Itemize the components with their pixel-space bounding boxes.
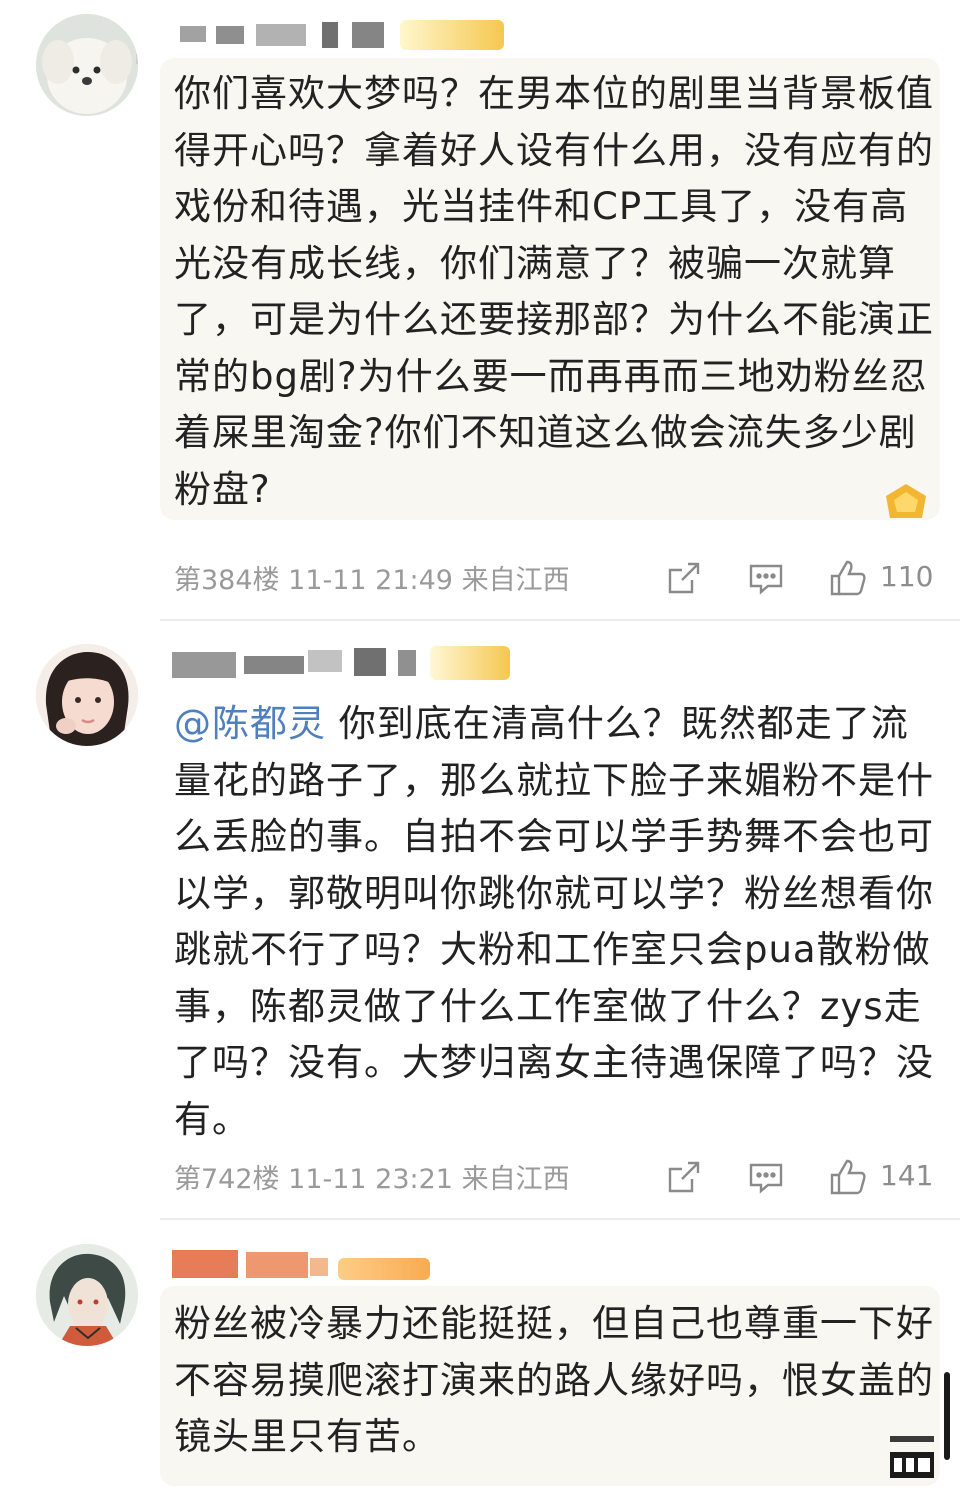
watermark-logo [884,1430,938,1480]
comment-location: 来自江西 [461,1164,570,1195]
share-icon[interactable] [664,1157,704,1197]
comment-text: 你们喜欢大梦吗？在男本位的剧里当背景板值得开心吗？拿着好人设有什么用，没有应有的… [174,72,934,511]
avatar[interactable] [36,644,138,746]
comment-time: 11-11 23:21 [288,1164,453,1195]
comment-icon[interactable] [746,558,786,598]
username-blurred[interactable] [172,1246,572,1280]
like-icon[interactable] [828,558,868,598]
like-count: 141 [880,1159,934,1192]
comment-meta: 第742楼 11-11 23:21 来自江西 [174,1157,570,1196]
comment-time: 11-11 21:49 [288,565,453,596]
comment-text: 粉丝被冷暴力还能挺挺，但自己也尊重一下好不容易摸爬滚打演来的路人缘好吗，恨女盖的… [174,1302,934,1458]
share-icon[interactable] [664,558,704,598]
floor-number: 第384楼 [174,565,280,596]
scrollbar[interactable] [944,1372,950,1460]
like-icon[interactable] [828,1157,868,1197]
floor-number: 第742楼 [174,1164,280,1195]
comment-meta: 第384楼 11-11 21:49 来自江西 [174,558,570,597]
comment-text: @陈都灵 你到底在清高什么？既然都走了流量花的路子了，那么就拉下脸子来媚粉不是什… [174,696,934,1148]
username-blurred[interactable] [172,18,572,52]
comment-location: 来自江西 [461,565,570,596]
comment-icon[interactable] [746,1157,786,1197]
like-count: 110 [880,560,934,593]
avatar[interactable] [36,1244,138,1346]
mention-link[interactable]: @陈都灵 [174,702,326,745]
username-blurred[interactable] [172,646,572,680]
avatar[interactable] [36,14,138,116]
comment-2: @陈都灵 你到底在清高什么？既然都走了流量花的路子了，那么就拉下脸子来媚粉不是什… [0,620,960,1218]
comment-1: 你们喜欢大梦吗？在男本位的剧里当背景板值得开心吗？拿着好人设有什么用，没有应有的… [0,0,960,620]
comment-3: 粉丝被冷暴力还能挺挺，但自己也尊重一下好不容易摸爬滚打演来的路人缘好吗，恨女盖的… [0,1220,960,1491]
comment-body: 你到底在清高什么？既然都走了流量花的路子了，那么就拉下脸子来媚粉不是什么丢脸的事… [174,702,934,1141]
